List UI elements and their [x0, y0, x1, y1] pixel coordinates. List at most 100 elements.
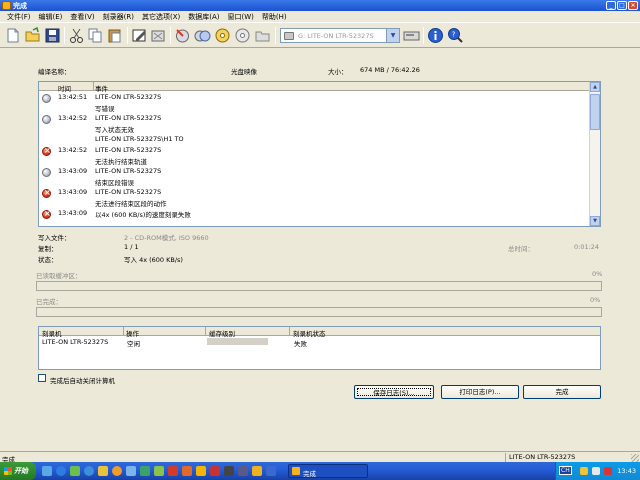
menu-file[interactable]: 文件(F)	[3, 11, 35, 22]
shutdown-checkbox[interactable]	[38, 374, 46, 382]
quicklaunch-icon[interactable]	[266, 466, 276, 476]
recorder-operation: 空闲	[127, 340, 140, 348]
log-row[interactable]: 13:42:52 LITE-ON LTR-52327S 无法执行结束轨道	[39, 146, 590, 167]
info-icon	[42, 94, 51, 103]
column-recorder-status[interactable]: 刻录机状态	[293, 328, 326, 338]
quicklaunch-icon[interactable]	[196, 466, 206, 476]
scroll-thumb[interactable]	[590, 94, 600, 130]
compile-name-label: 编译名称：	[38, 68, 71, 76]
minimize-button[interactable]: _	[606, 1, 616, 10]
quicklaunch-icon[interactable]	[182, 466, 192, 476]
save-log-button[interactable]: 保存日志(S)...	[354, 385, 434, 399]
quicklaunch-icon[interactable]	[210, 466, 220, 476]
log-time: 13:42:51	[58, 93, 88, 101]
quicklaunch-icon[interactable]	[84, 466, 94, 476]
shutdown-label[interactable]: 完成后自动关闭计算机	[50, 375, 115, 385]
column-operation[interactable]: 操作	[126, 328, 139, 338]
open-icon[interactable]	[24, 26, 41, 44]
log-line: 以4x (600 KB/s)的速度刻录失败	[95, 211, 191, 219]
quicklaunch-icon[interactable]	[98, 466, 108, 476]
copy-icon[interactable]	[87, 27, 104, 44]
state-value: 写入 4x (600 KB/s)	[124, 256, 183, 264]
status-bar: 完成 LITE-ON LTR-52327S	[0, 451, 640, 464]
column-event[interactable]: 事件	[95, 83, 108, 93]
app-window: 完成 _ □ × 文件(F) 编辑(E) 查看(V) 刻录器(R) 其它选项(X…	[0, 0, 640, 464]
log-row[interactable]: 13:43:09 LITE-ON LTR-52327S 无法进行结束区段的动作	[39, 188, 590, 209]
save-icon[interactable]	[44, 27, 61, 44]
elapsed-label: 总时间：	[508, 245, 534, 253]
log-line: 写入状态无效	[95, 126, 134, 134]
taskbar-item-burner[interactable]: 完成	[288, 464, 368, 478]
recorder-list[interactable]: 刻录机 操作 缓存级别 刻录机状态 LITE-ON LTR-52327S 空闲 …	[38, 326, 601, 370]
menu-extras[interactable]: 其它选项(X)	[138, 11, 184, 22]
app-icon	[2, 1, 11, 10]
ime-indicator[interactable]: CH	[559, 466, 572, 475]
menu-edit[interactable]: 编辑(E)	[35, 11, 67, 22]
quicklaunch-icon[interactable]	[126, 466, 136, 476]
drive-select[interactable]: G: LITE-ON LTR-52327S ▼	[280, 28, 400, 43]
quicklaunch-icon[interactable]	[112, 466, 122, 476]
quicklaunch-icon[interactable]	[252, 466, 262, 476]
log-row[interactable]: 13:42:51 LITE-ON LTR-52327S 写错误	[39, 93, 590, 114]
erase-icon[interactable]	[150, 27, 167, 44]
write-disc-icon[interactable]	[131, 27, 148, 44]
quicklaunch-icon[interactable]	[154, 466, 164, 476]
window-title: 完成	[13, 2, 27, 10]
buffer-label: 已读取缓冲区：	[36, 272, 82, 280]
column-time[interactable]: 时间	[58, 83, 71, 93]
start-button[interactable]: 开始	[0, 462, 36, 480]
tray-icon[interactable]	[604, 467, 612, 475]
tray-icon[interactable]	[592, 467, 600, 475]
cut-icon[interactable]	[68, 27, 85, 44]
column-buffer-level[interactable]: 缓存级别	[209, 328, 235, 338]
log-scrollbar[interactable]: ▲ ▼	[589, 82, 600, 226]
print-log-button[interactable]: 打印日志(P)...	[441, 385, 519, 399]
disc-info-icon[interactable]	[194, 27, 211, 44]
tray-icon[interactable]	[580, 467, 588, 475]
scroll-down-icon[interactable]: ▼	[590, 216, 600, 226]
recorder-state: 失败	[294, 340, 307, 348]
quicklaunch-icon[interactable]	[238, 466, 248, 476]
burn-icon[interactable]	[174, 27, 191, 44]
buffer-level-bar	[207, 338, 268, 345]
column-recorder[interactable]: 刻录机	[42, 328, 62, 338]
ie-icon[interactable]	[56, 466, 66, 476]
chevron-down-icon[interactable]: ▼	[386, 29, 399, 42]
folder-icon[interactable]	[254, 27, 271, 44]
log-row[interactable]: 13:43:09 以4x (600 KB/s)的速度刻录失败	[39, 209, 590, 220]
new-icon[interactable]	[4, 27, 21, 44]
menu-window[interactable]: 窗口(W)	[224, 11, 258, 22]
elapsed-value: 0:01:24	[574, 243, 600, 251]
log-line: 无法执行结束轨道	[95, 158, 147, 166]
menu-help[interactable]: 帮助(H)	[258, 11, 291, 22]
desktop-icon[interactable]	[42, 466, 52, 476]
title-bar[interactable]: 完成 _ □ ×	[0, 0, 640, 11]
scroll-up-icon[interactable]: ▲	[590, 82, 600, 92]
log-time: 13:43:09	[58, 209, 88, 217]
menu-view[interactable]: 查看(V)	[66, 11, 98, 22]
eject-icon[interactable]	[234, 27, 251, 44]
paste-icon[interactable]	[106, 27, 123, 44]
log-row[interactable]: 13:43:09 LITE-ON LTR-52327S 结束区段错误	[39, 167, 590, 188]
maximize-button[interactable]: □	[617, 1, 627, 10]
copy-disc-icon[interactable]	[214, 27, 231, 44]
close-button[interactable]: ×	[628, 1, 638, 10]
log-time: 13:42:52	[58, 146, 88, 154]
help-icon[interactable]: ?	[447, 27, 464, 44]
menu-recorder[interactable]: 刻录器(R)	[99, 11, 138, 22]
event-log[interactable]: 时间 事件 13:42:51 LITE-ON LTR-52327S 写错误 13…	[38, 81, 601, 227]
drive-settings-icon[interactable]	[403, 27, 420, 44]
finish-button[interactable]: 完成	[523, 385, 601, 399]
quicklaunch-icon[interactable]	[70, 466, 80, 476]
done-percent: 0%	[590, 296, 601, 304]
quicklaunch-icon[interactable]	[140, 466, 150, 476]
quicklaunch-icon[interactable]	[168, 466, 178, 476]
log-row[interactable]: 13:42:52 LITE-ON LTR-52327S 写入状态无效 LITE-…	[39, 114, 590, 146]
about-icon[interactable]	[427, 27, 444, 44]
disc-type: 光盘映像	[231, 68, 257, 76]
quicklaunch-icon[interactable]	[224, 466, 234, 476]
app-icon	[292, 467, 300, 475]
menu-database[interactable]: 数据库(A)	[184, 11, 223, 22]
resize-grip-icon[interactable]	[631, 454, 639, 462]
menu-bar: 文件(F) 编辑(E) 查看(V) 刻录器(R) 其它选项(X) 数据库(A) …	[0, 11, 640, 22]
